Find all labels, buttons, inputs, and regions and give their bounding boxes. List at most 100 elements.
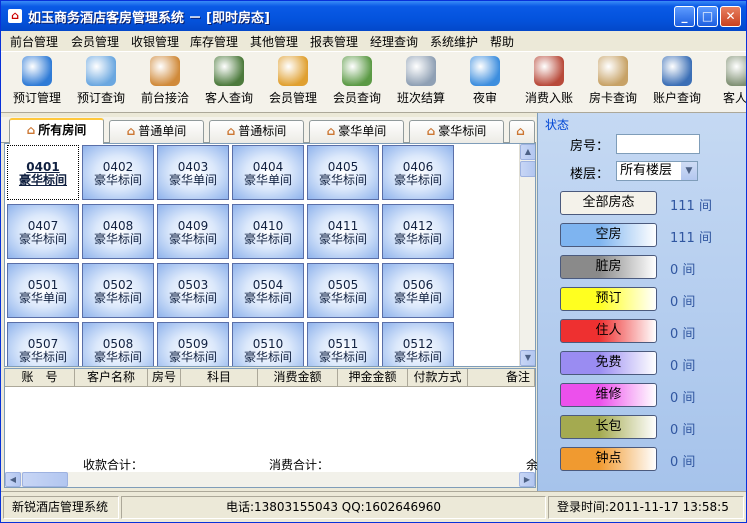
status-count: 0 间 <box>670 423 696 438</box>
scroll-left-icon[interactable]: ◀ <box>5 472 21 487</box>
app-window: ⌂ 如玉商务酒店客房管理系统 － [即时房态] _ □ ✕ 前台管理 会员管理 … <box>0 0 747 523</box>
room-tile[interactable]: 0401 豪华标间 <box>7 145 79 200</box>
room-tile[interactable]: 0405 豪华标间 <box>307 145 379 200</box>
menu-manager-query[interactable]: 经理查询 <box>370 33 418 50</box>
room-tile[interactable]: 0404 豪华单间 <box>232 145 304 200</box>
toolbar: 预订管理 预订查询 前台接洽 客人查询 会员管理 会员查询 班次结算 夜审 消费… <box>1 51 746 113</box>
contact-info: 电话:13803155043 QQ:1602646960 <box>121 496 546 519</box>
room-tile[interactable]: 0511 豪华标间 <box>307 322 379 366</box>
col-item[interactable]: 科目 <box>181 369 258 387</box>
room-tile[interactable]: 0403 豪华单间 <box>157 145 229 200</box>
room-tile[interactable]: 0411 豪华标间 <box>307 204 379 259</box>
room-type: 豪华标间 <box>93 173 142 187</box>
status-filter-button[interactable]: 脏房 <box>560 255 657 279</box>
status-group-title: 状态 <box>545 118 570 132</box>
person-file-icon <box>726 56 746 86</box>
status-filter-button[interactable]: 预订 <box>560 287 657 311</box>
minimize-button[interactable]: _ <box>674 6 695 27</box>
room-tile[interactable]: 0406 豪华标间 <box>382 145 454 200</box>
status-filter-button[interactable]: 长包 <box>560 415 657 439</box>
status-filter-button[interactable]: 钟点 <box>560 447 657 471</box>
tool-guest-query[interactable]: 客人查询 <box>197 56 261 110</box>
received-total-label: 收款合计： <box>83 458 144 472</box>
tool-roomcard-query[interactable]: 房卡查询 <box>581 56 645 110</box>
room-type: 豪华标间 <box>18 350 67 364</box>
menu-front-desk[interactable]: 前台管理 <box>10 33 58 50</box>
room-tile[interactable]: 0507 豪华标间 <box>7 322 79 366</box>
room-tile[interactable]: 0407 豪华标间 <box>7 204 79 259</box>
tool-account-query[interactable]: 账户查询 <box>645 56 709 110</box>
tool-shift-settle[interactable]: 班次结算 <box>389 56 453 110</box>
room-tile[interactable]: 0512 豪华标间 <box>382 322 454 366</box>
room-type: 豪华标间 <box>393 350 442 364</box>
room-number-input[interactable] <box>616 134 700 154</box>
tab-standard-twin[interactable]: ⌂ 普通标间 <box>209 120 304 143</box>
home-icon: ⌂ <box>26 123 36 137</box>
status-filter-button[interactable]: 空房 <box>560 223 657 247</box>
tool-booking-query[interactable]: 预订查询 <box>69 56 133 110</box>
col-payment[interactable]: 付款方式 <box>408 369 468 387</box>
room-tile[interactable]: 0504 豪华标间 <box>232 263 304 318</box>
menu-other[interactable]: 其他管理 <box>250 33 298 50</box>
tool-member-query[interactable]: 会员查询 <box>325 56 389 110</box>
title-bar[interactable]: ⌂ 如玉商务酒店客房管理系统 － [即时房态] _ □ ✕ <box>1 1 746 31</box>
room-tile[interactable]: 0502 豪华标间 <box>82 263 154 318</box>
room-tile[interactable]: 0402 豪华标间 <box>82 145 154 200</box>
room-type: 豪华单间 <box>393 291 442 305</box>
room-tile[interactable]: 0410 豪华标间 <box>232 204 304 259</box>
scroll-right-icon[interactable]: ▶ <box>519 472 535 487</box>
col-remark[interactable]: 备注 <box>468 369 535 387</box>
room-tile[interactable]: 0501 豪华单间 <box>7 263 79 318</box>
room-tile[interactable]: 0505 豪华标间 <box>307 263 379 318</box>
status-filter-button[interactable]: 全部房态 <box>560 191 657 215</box>
tab-deluxe-single[interactable]: ⌂ 豪华单间 <box>309 120 404 143</box>
menu-cashier[interactable]: 收银管理 <box>131 33 179 50</box>
tool-reception[interactable]: 前台接洽 <box>133 56 197 110</box>
room-grid-scrollbar[interactable]: ▲ ▼ <box>519 144 535 366</box>
tool-consume-entry[interactable]: 消费入账 <box>517 56 581 110</box>
floor-select[interactable]: 所有楼层 ▼ <box>616 161 698 181</box>
status-filter-button[interactable]: 免费 <box>560 351 657 375</box>
tool-member-manage[interactable]: 会员管理 <box>261 56 325 110</box>
tool-night-audit[interactable]: 夜审 <box>453 56 517 110</box>
scroll-up-icon[interactable]: ▲ <box>520 144 535 160</box>
home-icon: ⌂ <box>516 124 525 138</box>
room-tile[interactable]: 0503 豪华标间 <box>157 263 229 318</box>
room-tile[interactable]: 0509 豪华标间 <box>157 322 229 366</box>
computer-icon <box>662 56 692 86</box>
tab-all-rooms[interactable]: ⌂ 所有房间 <box>9 118 104 144</box>
table-hscrollbar[interactable]: ◀ ▶ <box>5 472 535 487</box>
room-tile[interactable]: 0508 豪华标间 <box>82 322 154 366</box>
menu-reports[interactable]: 报表管理 <box>310 33 358 50</box>
col-account[interactable]: 账 号 <box>5 369 75 387</box>
col-room[interactable]: 房号 <box>148 369 181 387</box>
col-deposit[interactable]: 押金金额 <box>338 369 408 387</box>
tab-more[interactable]: ⌂ <box>509 120 535 143</box>
room-type: 豪华标间 <box>243 291 292 305</box>
tool-guest-lost[interactable]: 客人失 <box>709 56 746 110</box>
tab-standard-single[interactable]: ⌂ 普通单间 <box>109 120 204 143</box>
close-button[interactable]: ✕ <box>720 6 741 27</box>
tab-deluxe-twin[interactable]: ⌂ 豪华标间 <box>409 120 504 143</box>
status-filter-button[interactable]: 住人 <box>560 319 657 343</box>
status-count: 0 间 <box>670 295 696 310</box>
menu-inventory[interactable]: 库存管理 <box>190 33 238 50</box>
room-tile[interactable]: 0408 豪华标间 <box>82 204 154 259</box>
room-tile[interactable]: 0510 豪华标间 <box>232 322 304 366</box>
hscroll-thumb[interactable] <box>22 472 68 487</box>
menu-system[interactable]: 系统维护 <box>430 33 478 50</box>
col-consume[interactable]: 消费金额 <box>258 369 338 387</box>
room-tile[interactable]: 0506 豪华单间 <box>382 263 454 318</box>
room-tile[interactable]: 0409 豪华标间 <box>157 204 229 259</box>
room-type: 豪华标间 <box>318 173 367 187</box>
scroll-thumb[interactable] <box>520 161 535 177</box>
scroll-down-icon[interactable]: ▼ <box>520 350 535 366</box>
status-count: 0 间 <box>670 327 696 342</box>
menu-members[interactable]: 会员管理 <box>71 33 119 50</box>
status-filter-button[interactable]: 维修 <box>560 383 657 407</box>
col-customer[interactable]: 客户名称 <box>75 369 148 387</box>
maximize-button[interactable]: □ <box>697 6 718 27</box>
tool-booking-manage[interactable]: 预订管理 <box>5 56 69 110</box>
room-tile[interactable]: 0412 豪华标间 <box>382 204 454 259</box>
menu-help[interactable]: 帮助 <box>490 33 514 50</box>
